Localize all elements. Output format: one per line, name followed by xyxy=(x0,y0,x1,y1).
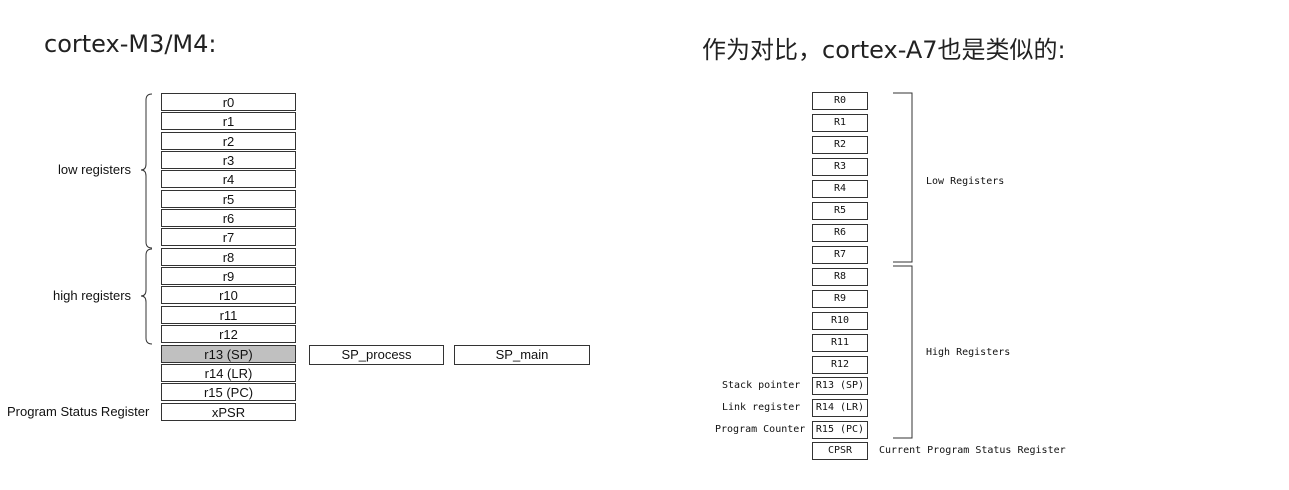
link-register-label: Link register xyxy=(722,402,801,413)
right-high-registers-bracket xyxy=(893,265,913,439)
right-low-registers-bracket xyxy=(893,92,913,263)
sp-main-box: SP_main xyxy=(454,345,590,365)
program-counter-label: Program Counter xyxy=(715,424,806,435)
left-register-r3: r3 xyxy=(161,151,296,169)
right-register-r12: R12 xyxy=(812,356,868,374)
right-register-r4: R4 xyxy=(812,180,868,198)
left-register-r15-pc: r15 (PC) xyxy=(161,383,296,401)
left-register-r14-lr: r14 (LR) xyxy=(161,364,296,382)
right-register-r6: R6 xyxy=(812,224,868,242)
right-register-r3: R3 xyxy=(812,158,868,176)
left-register-r2: r2 xyxy=(161,132,296,150)
left-register-r13-sp: r13 (SP) xyxy=(161,345,296,363)
right-low-registers-label: Low Registers xyxy=(926,176,1005,187)
right-register-r9: R9 xyxy=(812,290,868,308)
right-register-r7: R7 xyxy=(812,246,868,264)
left-register-r5: r5 xyxy=(161,190,296,208)
left-register-r11: r11 xyxy=(161,306,296,324)
left-register-r0: r0 xyxy=(161,93,296,111)
low-registers-brace xyxy=(140,93,153,249)
right-register-r1: R1 xyxy=(812,114,868,132)
right-register-r13-sp: R13 (SP) xyxy=(812,377,868,395)
left-register-r10: r10 xyxy=(161,286,296,304)
low-registers-label: low registers xyxy=(58,162,131,177)
right-register-r8: R8 xyxy=(812,268,868,286)
right-register-r14-lr: R14 (LR) xyxy=(812,399,868,417)
cpsr-label: Current Program Status Register xyxy=(879,445,1066,456)
stack-pointer-label: Stack pointer xyxy=(722,380,801,391)
left-register-xpsr: xPSR xyxy=(161,403,296,421)
right-register-r11: R11 xyxy=(812,334,868,352)
left-register-r12: r12 xyxy=(161,325,296,343)
left-register-r4: r4 xyxy=(161,170,296,188)
right-register-r10: R10 xyxy=(812,312,868,330)
high-registers-label: high registers xyxy=(53,288,132,303)
left-register-r1: r1 xyxy=(161,112,296,130)
left-register-r9: r9 xyxy=(161,267,296,285)
program-status-register-label: Program Status Register xyxy=(7,404,150,419)
right-register-cpsr: CPSR xyxy=(812,442,868,460)
right-register-r2: R2 xyxy=(812,136,868,154)
sp-process-box: SP_process xyxy=(309,345,444,365)
left-register-r8: r8 xyxy=(161,248,296,266)
left-register-r6: r6 xyxy=(161,209,296,227)
right-high-registers-label: High Registers xyxy=(926,347,1011,358)
high-registers-brace xyxy=(140,248,153,345)
right-register-r5: R5 xyxy=(812,202,868,220)
right-register-r15-pc: R15 (PC) xyxy=(812,421,868,439)
right-register-r0: R0 xyxy=(812,92,868,110)
left-register-r7: r7 xyxy=(161,228,296,246)
